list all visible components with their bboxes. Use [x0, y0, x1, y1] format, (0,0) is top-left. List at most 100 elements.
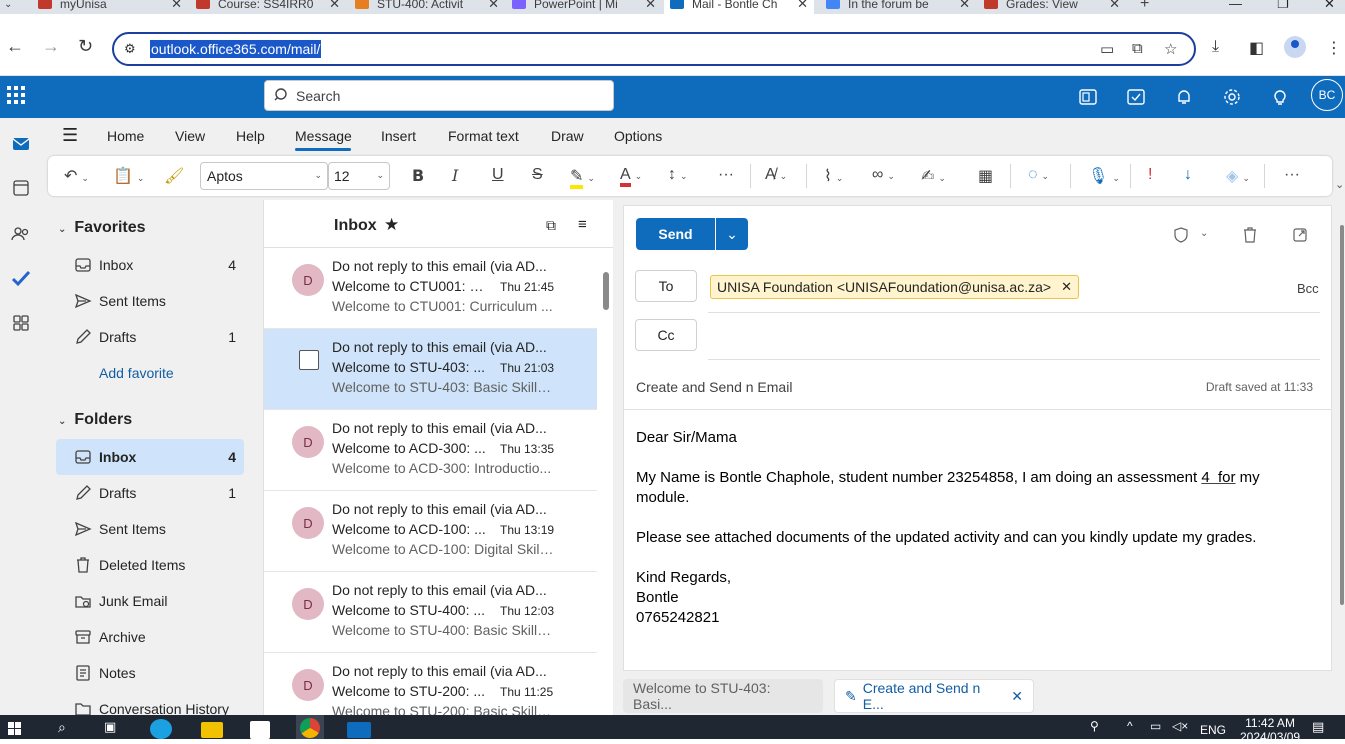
close-icon[interactable]: ✕ — [645, 0, 656, 12]
close-icon[interactable]: ✕ — [1109, 0, 1120, 12]
site-info-icon[interactable]: ⚙ — [124, 41, 136, 57]
account-avatar[interactable]: BC — [1311, 79, 1343, 111]
close-icon[interactable]: ✕ — [797, 0, 808, 12]
table-icon[interactable]: ▦ — [978, 166, 993, 186]
draft-tab-active[interactable]: ✎ Create and Send n E... ✕ — [834, 679, 1034, 713]
restore-icon[interactable]: ❐ — [1277, 0, 1289, 12]
folder-item-archive[interactable]: Archive — [56, 619, 244, 655]
paste-icon[interactable]: 📋 ⌄ — [113, 166, 144, 186]
message-list-scrollbar[interactable] — [597, 248, 613, 715]
recipient-chip[interactable]: UNISA Foundation <UNISAFoundation@unisa.… — [710, 275, 1079, 299]
close-icon[interactable]: ✕ — [1011, 688, 1023, 705]
message-item[interactable]: D Do not reply to this email (via AD... … — [264, 410, 597, 491]
browser-tab-active[interactable]: Mail - Bontle Ch ✕ — [664, 0, 814, 14]
volume-icon[interactable]: ◁× — [1172, 719, 1188, 733]
low-importance-icon[interactable]: ↓ — [1184, 166, 1192, 186]
address-bar[interactable]: ⚙ outlook.office365.com/mail/ ▭ ⧉ ☆ — [112, 32, 1196, 66]
task-view-icon[interactable]: ▣ — [104, 719, 116, 735]
highlight-icon[interactable]: ✎ ⌄ — [570, 166, 595, 189]
folder-item-drafts[interactable]: Drafts 1 — [56, 475, 244, 511]
fav-item-inbox[interactable]: Inbox 4 — [56, 247, 244, 283]
side-panel-icon[interactable]: ◧ — [1249, 38, 1264, 58]
teams-icon[interactable] — [1077, 86, 1099, 108]
tab-help[interactable]: Help — [236, 128, 265, 144]
spelling-flag[interactable]: 4 for — [1201, 469, 1235, 486]
font-family-select[interactable]: Aptos ⌄ — [200, 162, 328, 190]
select-mode-icon[interactable]: ⧉ — [546, 217, 556, 234]
folder-item-deleted-items[interactable]: Deleted Items — [56, 547, 244, 583]
message-item[interactable]: D Do not reply to this email (via AD... … — [264, 248, 597, 329]
message-item[interactable]: D Do not reply to this email (via AD... … — [264, 491, 597, 572]
minimize-icon[interactable]: — — [1229, 0, 1242, 11]
search-box[interactable]: Search — [264, 80, 614, 111]
apps-icon[interactable] — [7, 309, 35, 337]
chrome-taskbar-button[interactable] — [296, 715, 324, 739]
edge-icon[interactable] — [150, 719, 172, 739]
remove-recipient-icon[interactable]: ✕ — [1061, 279, 1072, 295]
message-body-editor[interactable]: Dear Sir/Mama My Name is Bontle Chaphole… — [636, 428, 1316, 628]
tray-chevron-icon[interactable]: ^ — [1127, 719, 1133, 733]
browser-tab[interactable]: Grades: View ✕ — [984, 0, 1126, 14]
tab-format-text[interactable]: Format text — [448, 128, 519, 144]
bcc-button[interactable]: Bcc — [1297, 281, 1319, 296]
mail-icon[interactable] — [7, 130, 35, 158]
scrollbar-thumb[interactable] — [603, 272, 609, 310]
message-item[interactable]: D Do not reply to this email (via AD... … — [264, 653, 597, 715]
settings-icon[interactable] — [1221, 86, 1243, 108]
tab-view[interactable]: View — [175, 128, 205, 144]
sensitivity-shield-icon[interactable] — [1172, 226, 1190, 244]
clock[interactable]: 11:42 AM 2024/03/09 — [1240, 716, 1300, 744]
tab-home[interactable]: Home — [107, 128, 144, 144]
fav-item-sent-items[interactable]: Sent Items — [56, 283, 244, 319]
underline-icon[interactable]: U — [492, 166, 504, 186]
chevron-down-icon[interactable]: ⌄ — [1200, 228, 1208, 239]
people-tray-icon[interactable]: ⚲ — [1090, 719, 1099, 733]
favorites-header[interactable]: ⌄ Favorites — [58, 219, 146, 237]
styles-icon[interactable]: A̸ ⌄ — [765, 166, 787, 186]
file-explorer-icon[interactable] — [201, 722, 223, 738]
browser-menu-icon[interactable]: ⋮ — [1326, 38, 1342, 58]
tab-draw[interactable]: Draw — [551, 128, 584, 144]
todo-icon[interactable] — [7, 265, 35, 293]
back-button[interactable]: ← — [6, 36, 24, 57]
browser-tab[interactable]: Course: SS4IRR0 ✕ — [196, 0, 346, 14]
close-icon[interactable]: ✕ — [329, 0, 340, 12]
bold-icon[interactable]: B — [412, 166, 424, 186]
notification-center-icon[interactable]: ▤ — [1312, 719, 1324, 735]
browser-tab[interactable]: PowerPoint | Mi ✕ — [512, 0, 662, 14]
line-spacing-icon[interactable]: ↕ ⌄ — [668, 166, 688, 186]
attach-file-icon[interactable]: ⌇ ⌄ — [824, 166, 843, 186]
browser-tab[interactable]: myUnisa ✕ — [38, 0, 188, 14]
fav-item-drafts[interactable]: Drafts 1 — [56, 319, 244, 355]
store-icon[interactable] — [250, 721, 270, 739]
taskbar-search-icon[interactable]: ⌕ — [58, 719, 66, 736]
undo-icon[interactable]: ↶ ⌄ — [64, 166, 89, 186]
close-icon[interactable]: ✕ — [488, 0, 499, 12]
to-button[interactable]: To — [635, 270, 697, 302]
more-options-icon[interactable]: ··· — [1284, 166, 1300, 186]
reading-mode-icon[interactable]: ▭ — [1100, 40, 1114, 58]
people-icon[interactable] — [7, 220, 35, 248]
discard-icon[interactable] — [1241, 226, 1259, 244]
install-app-icon[interactable]: ⧉ — [1132, 40, 1143, 57]
network-icon[interactable]: ▭ — [1150, 719, 1161, 733]
reload-button[interactable]: ↻ — [78, 36, 93, 57]
url-text[interactable]: outlook.office365.com/mail/ — [150, 40, 322, 58]
pop-out-icon[interactable] — [1291, 226, 1309, 244]
draft-tab[interactable]: Welcome to STU-403: Basi... — [623, 679, 823, 713]
forward-button[interactable]: → — [42, 36, 60, 57]
message-checkbox[interactable] — [299, 350, 319, 370]
send-button[interactable]: Send — [636, 218, 715, 250]
sensitivity-icon[interactable]: ◈ ⌄ — [1226, 166, 1250, 186]
subject-field[interactable]: Create and Send n Email — [636, 379, 792, 395]
tab-options[interactable]: Options — [614, 128, 662, 144]
high-importance-icon[interactable]: ! — [1148, 166, 1152, 186]
folder-item-junk-email[interactable]: Junk Email — [56, 583, 244, 619]
browser-tab[interactable]: In the forum be ✕ — [826, 0, 976, 14]
strikethrough-icon[interactable]: S — [532, 166, 543, 186]
new-tab-button[interactable]: + — [1140, 0, 1149, 13]
link-icon[interactable]: ∞ ⌄ — [872, 166, 895, 186]
expand-ribbon-icon[interactable]: ⌄ — [1335, 178, 1344, 191]
folder-item-conversation-history[interactable]: Conversation History — [56, 691, 244, 715]
close-icon[interactable]: ✕ — [171, 0, 182, 12]
